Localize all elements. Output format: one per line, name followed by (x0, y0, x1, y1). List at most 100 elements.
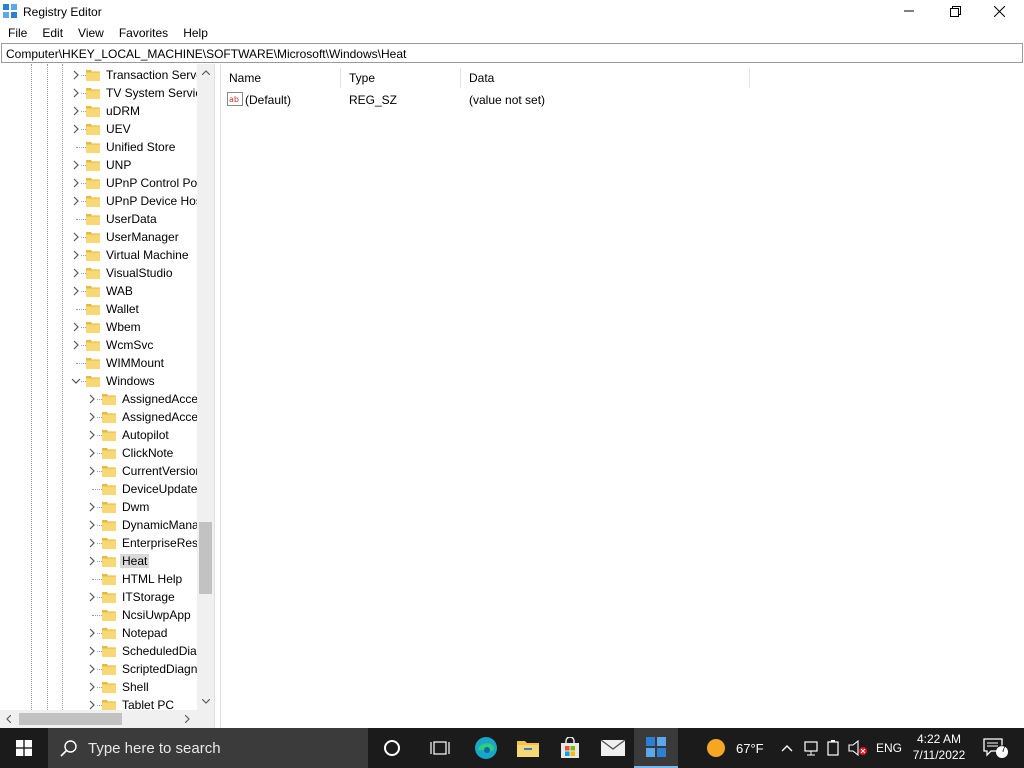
tree-expander[interactable] (87, 430, 97, 440)
tree-expander[interactable] (87, 538, 97, 548)
cortana-button[interactable] (370, 728, 414, 768)
tree-node[interactable]: AssignedAcce (0, 408, 197, 426)
tree-node[interactable]: AssignedAcce (0, 390, 197, 408)
close-button[interactable] (976, 0, 1022, 22)
tree-node[interactable]: VisualStudio (0, 264, 197, 282)
tree-node[interactable]: uDRM (0, 102, 197, 120)
tree-vertical-scrollbar[interactable] (197, 64, 214, 710)
tree-node[interactable]: Heat (0, 552, 197, 570)
notification-center-button[interactable]: 7 (976, 728, 1016, 768)
tree-node[interactable]: WIMMount (0, 354, 197, 372)
tree-expander[interactable] (87, 394, 97, 404)
tree-horizontal-scroll-thumb[interactable] (19, 713, 122, 725)
tree-node[interactable]: ClickNote (0, 444, 197, 462)
tree-expander[interactable] (87, 556, 97, 566)
tree-node[interactable]: HTML Help (0, 570, 197, 588)
clock-time[interactable]: 4:22 AM (914, 732, 964, 746)
menu-view[interactable]: View (70, 24, 111, 42)
task-view-button[interactable] (418, 728, 462, 768)
taskbar-mail[interactable] (591, 728, 635, 768)
tree-node[interactable]: UserManager (0, 228, 197, 246)
tree-node[interactable]: UEV (0, 120, 197, 138)
tree-expander[interactable] (87, 682, 97, 692)
tree-expander[interactable] (87, 664, 97, 674)
tree-expander[interactable] (87, 520, 97, 530)
menu-help[interactable]: Help (175, 24, 215, 42)
value-row[interactable]: ab (Default) REG_SZ (value not set) (221, 90, 1021, 108)
tree-node[interactable]: UserData (0, 210, 197, 228)
column-header-name[interactable]: Name (221, 68, 341, 88)
tree-node[interactable]: Notepad (0, 624, 197, 642)
tree-node[interactable]: UPnP Control Poi (0, 174, 197, 192)
address-bar[interactable]: Computer\HKEY_LOCAL_MACHINE\SOFTWARE\Mic… (1, 43, 1023, 63)
tree-expander[interactable] (71, 340, 81, 350)
minimize-button[interactable] (886, 0, 932, 22)
tree-expander[interactable] (87, 700, 97, 710)
tree-vertical-scroll-thumb[interactable] (199, 522, 212, 594)
tree-expander[interactable] (87, 646, 97, 656)
input-language[interactable]: ENG (876, 741, 902, 755)
taskbar-store[interactable] (548, 728, 592, 768)
show-hidden-icons-button[interactable] (776, 728, 798, 768)
scroll-up-icon[interactable] (197, 64, 214, 81)
taskbar-edge[interactable] (464, 728, 508, 768)
scroll-down-icon[interactable] (197, 693, 214, 710)
tray-volume-button[interactable] (846, 728, 870, 768)
tree-expander[interactable] (71, 106, 81, 116)
values-list-pane[interactable]: Name Type Data ab (Default) REG_SZ (valu… (220, 64, 1024, 728)
tree-expander[interactable] (87, 592, 97, 602)
scroll-left-icon[interactable] (0, 710, 17, 728)
tree-node[interactable]: Virtual Machine (0, 246, 197, 264)
tree-horizontal-scrollbar[interactable] (0, 710, 214, 728)
tree-expander[interactable] (87, 628, 97, 638)
tree-expander[interactable] (71, 88, 81, 98)
column-header-type[interactable]: Type (341, 68, 461, 88)
scroll-right-icon[interactable] (179, 710, 196, 728)
tray-network-button[interactable] (800, 728, 822, 768)
tree-node[interactable]: ITStorage (0, 588, 197, 606)
weather-widget[interactable] (696, 728, 736, 768)
tree-expander[interactable] (87, 502, 97, 512)
tree-node[interactable]: Wallet (0, 300, 197, 318)
column-header-data[interactable]: Data (461, 68, 750, 88)
menu-favorites[interactable]: Favorites (111, 24, 175, 42)
tree-expander[interactable] (71, 124, 81, 134)
menu-edit[interactable]: Edit (34, 24, 70, 42)
tree-expander[interactable] (87, 466, 97, 476)
tree-expander[interactable] (71, 232, 81, 242)
clock-date[interactable]: 7/11/2022 (910, 748, 968, 762)
tree-node[interactable]: DeviceUpdate (0, 480, 197, 498)
tree-node[interactable]: TV System Servic (0, 84, 197, 102)
tree-expander[interactable] (71, 322, 81, 332)
tree-expander[interactable] (71, 196, 81, 206)
tree-node[interactable]: Autopilot (0, 426, 197, 444)
tree-expander[interactable] (87, 448, 97, 458)
tree-node[interactable]: WcmSvc (0, 336, 197, 354)
tree-node[interactable]: Shell (0, 678, 197, 696)
tree-node[interactable]: ScheduledDiag (0, 642, 197, 660)
tree-node[interactable]: Tablet PC (0, 696, 197, 710)
tree-node[interactable]: WAB (0, 282, 197, 300)
key-tree-pane[interactable]: Transaction Serve TV System Servic uDRM UEV… (0, 64, 215, 728)
taskbar-search-box[interactable]: Type here to search (48, 728, 368, 768)
tree-node[interactable]: Unified Store (0, 138, 197, 156)
tree-node[interactable]: Transaction Serve (0, 66, 197, 84)
start-button[interactable] (0, 728, 48, 768)
weather-temperature[interactable]: 67°F (736, 741, 764, 756)
tree-expander[interactable] (71, 70, 81, 80)
tree-node[interactable]: NcsiUwpApp (0, 606, 197, 624)
menu-file[interactable]: File (0, 24, 34, 42)
tree-node[interactable]: UNP (0, 156, 197, 174)
tree-expander[interactable] (71, 250, 81, 260)
tree-node[interactable]: Windows (0, 372, 197, 390)
tree-expander[interactable] (71, 286, 81, 296)
tree-node[interactable]: Dwm (0, 498, 197, 516)
tree-node[interactable]: UPnP Device Hos (0, 192, 197, 210)
tree-node[interactable]: DynamicMana (0, 516, 197, 534)
taskbar-file-explorer[interactable] (506, 728, 550, 768)
tray-battery-button[interactable] (822, 728, 844, 768)
tree-expander[interactable] (71, 376, 81, 386)
tree-node[interactable]: EnterpriseReso (0, 534, 197, 552)
tree-expander[interactable] (71, 268, 81, 278)
tree-expander[interactable] (71, 178, 81, 188)
